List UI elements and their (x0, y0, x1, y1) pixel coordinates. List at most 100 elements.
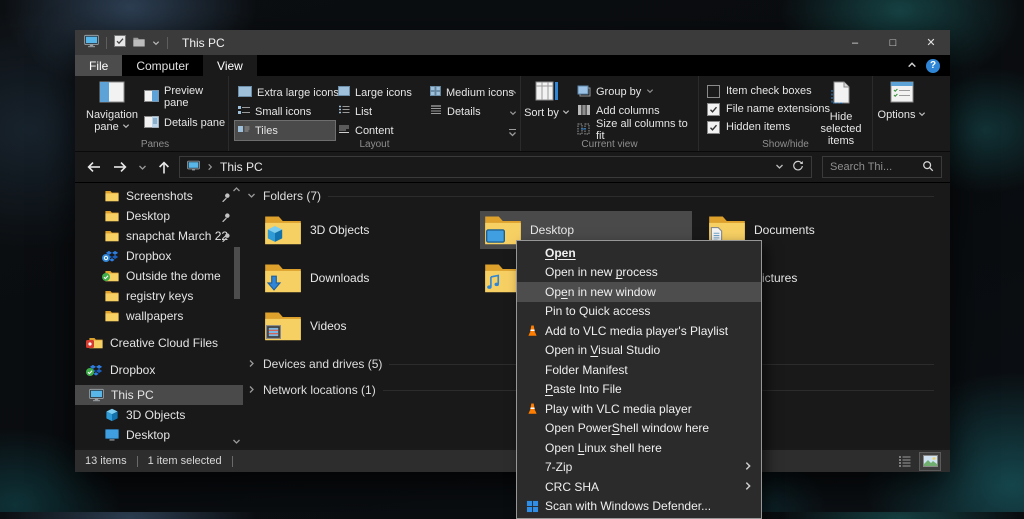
folder-icon (264, 214, 302, 246)
sort-by-button[interactable]: Sort by (523, 81, 571, 119)
close-button[interactable]: ✕ (912, 30, 950, 55)
section-header-folders-7[interactable]: Folders (7) (247, 189, 934, 203)
sidebar-item-outside-the-dome[interactable]: Outside the dome (75, 266, 243, 286)
sidebar-item-dropbox[interactable]: Dropbox (75, 360, 243, 380)
new-folder-icon[interactable] (133, 36, 145, 50)
minimize-ribbon-icon[interactable] (907, 59, 917, 73)
tab-view[interactable]: View (203, 55, 257, 76)
layout-option-tiles[interactable]: Tiles (235, 121, 335, 140)
checkbox-label: Hidden items (726, 121, 790, 133)
scrollbar-thumb[interactable] (234, 247, 240, 299)
menu-item-crc-sha[interactable]: CRC SHA (517, 477, 761, 497)
menu-item-label: Paste Into File (545, 382, 622, 396)
chevron-down-icon (122, 121, 130, 133)
folder-icon (264, 310, 302, 342)
breadcrumb[interactable]: This PC (220, 160, 263, 174)
layout-option-label: Content (355, 125, 394, 137)
scroll-up-icon[interactable] (231, 185, 241, 194)
sidebar-item-screenshots[interactable]: Screenshots (75, 186, 243, 206)
tile-downloads[interactable]: Downloads (260, 259, 472, 297)
navigation-pane: ScreenshotsDesktopsnapchat March 22Dropb… (75, 183, 243, 448)
details-view-toggle-icon[interactable] (895, 453, 915, 470)
menu-item-pin-to-quick-access[interactable]: Pin to Quick access (517, 302, 761, 322)
sidebar-item-label: Creative Cloud Files (110, 336, 218, 350)
sidebar-item-dropbox[interactable]: Dropbox (75, 246, 243, 266)
menu-item-7-zip[interactable]: 7-Zip (517, 458, 761, 478)
tile-label: Desktop (530, 223, 574, 237)
layout-option-details[interactable]: Details (427, 102, 513, 121)
sidebar-item-desktop[interactable]: Desktop (75, 206, 243, 226)
title-bar[interactable]: This PC – □ ✕ (75, 30, 950, 55)
menu-item-play-with-vlc-media-player[interactable]: Play with VLC media player (517, 399, 761, 419)
layout-option-label: Tiles (255, 125, 278, 137)
minimize-button[interactable]: – (836, 30, 874, 55)
menu-item-open-in-visual-studio[interactable]: Open in Visual Studio (517, 341, 761, 361)
layout-option-medium-icons[interactable]: Medium icons (427, 83, 513, 102)
sidebar-item-registry-keys[interactable]: registry keys (75, 286, 243, 306)
sync-badge-icon (102, 251, 110, 265)
sidebar-item-creative-cloud-files[interactable]: Creative Cloud Files (75, 333, 243, 353)
details-pane-button[interactable]: Details pane (144, 114, 225, 132)
preview-pane-button[interactable]: Preview pane (144, 88, 228, 106)
sidebar-item-snapchat-march-22[interactable]: snapchat March 22 (75, 226, 243, 246)
address-dropdown-chevron-icon[interactable] (775, 160, 784, 174)
layout-option-small-icons[interactable]: Small icons (235, 102, 335, 121)
menu-item-label: Open (545, 246, 576, 260)
recent-locations-chevron-icon[interactable] (135, 163, 149, 172)
section-label: Devices and drives (5) (263, 357, 382, 371)
search-input[interactable]: Search Thi... (822, 156, 942, 178)
menu-item-open-in-new-window[interactable]: Open in new window (517, 282, 761, 302)
dropbox-icon (105, 250, 119, 263)
menu-item-open-linux-shell-here[interactable]: Open Linux shell here (517, 438, 761, 458)
hide-selected-items-button[interactable]: Hide selected items (811, 81, 871, 147)
help-icon[interactable]: ? (926, 59, 940, 73)
gallery-scroll-down-icon[interactable] (509, 106, 517, 120)
gallery-scroll-up-icon[interactable] (509, 85, 517, 99)
tile-videos[interactable]: Videos (260, 307, 472, 345)
layout-option-label: Extra large icons (257, 87, 339, 99)
search-icon[interactable] (922, 160, 934, 175)
checkbox-icon (707, 85, 720, 98)
menu-item-open-in-new-process[interactable]: Open in new process (517, 263, 761, 283)
sidebar-item-3d-objects[interactable]: 3D Objects (75, 405, 243, 425)
back-button[interactable] (83, 160, 105, 174)
menu-item-label: Open in new process (545, 265, 658, 279)
submenu-chevron-icon (743, 460, 753, 474)
sidebar-item-wallpapers[interactable]: wallpapers (75, 306, 243, 326)
menu-item-open-powershell-window-here[interactable]: Open PowerShell window here (517, 419, 761, 439)
menu-item-paste-into-file[interactable]: Paste Into File (517, 380, 761, 400)
refresh-icon[interactable] (792, 160, 804, 175)
tile-3d-objects[interactable]: 3D Objects (260, 211, 472, 249)
layout-option-extra-large-icons[interactable]: Extra large icons (235, 83, 335, 102)
navigation-pane-button[interactable]: Navigation pane (84, 81, 140, 133)
menu-item-add-to-vlc-media-player-s-playlist[interactable]: Add to VLC media player's Playlist (517, 321, 761, 341)
address-bar[interactable]: This PC (179, 156, 812, 178)
menu-item-label: Folder Manifest (545, 363, 628, 377)
menu-item-open[interactable]: Open (517, 243, 761, 263)
sidebar-item-desktop[interactable]: Desktop (75, 425, 243, 445)
scroll-down-icon[interactable] (231, 437, 241, 446)
forward-button[interactable] (109, 160, 131, 174)
window-title: This PC (182, 36, 225, 50)
chevron-down-icon (562, 107, 570, 119)
group-label-show-hide: Show/hide (699, 139, 872, 150)
menu-item-folder-manifest[interactable]: Folder Manifest (517, 360, 761, 380)
tab-computer[interactable]: Computer (122, 55, 203, 76)
menu-item-scan-with-windows-defender[interactable]: Scan with Windows Defender... (517, 497, 761, 517)
layout-option-list[interactable]: List (335, 102, 427, 121)
options-button[interactable]: Options (874, 81, 930, 121)
large-icons-view-toggle-icon[interactable] (920, 453, 940, 470)
maximize-button[interactable]: □ (874, 30, 912, 55)
properties-icon[interactable] (114, 35, 126, 50)
sidebar-item-label: This PC (111, 388, 154, 402)
qat-customize-chevron-icon[interactable] (152, 36, 160, 50)
layout-option-large-icons[interactable]: Large icons (335, 83, 427, 102)
tab-file[interactable]: File (75, 55, 122, 76)
sidebar-item-this-pc[interactable]: This PC (75, 385, 243, 405)
up-button[interactable] (153, 160, 175, 175)
gallery-scrollbar (508, 85, 517, 141)
group-by-button[interactable]: Group by (577, 83, 654, 101)
layout-option-content[interactable]: Content (335, 121, 427, 140)
sidebar-scrollbar[interactable] (232, 183, 242, 448)
size-columns-button[interactable]: Size all columns to fit (577, 121, 698, 139)
